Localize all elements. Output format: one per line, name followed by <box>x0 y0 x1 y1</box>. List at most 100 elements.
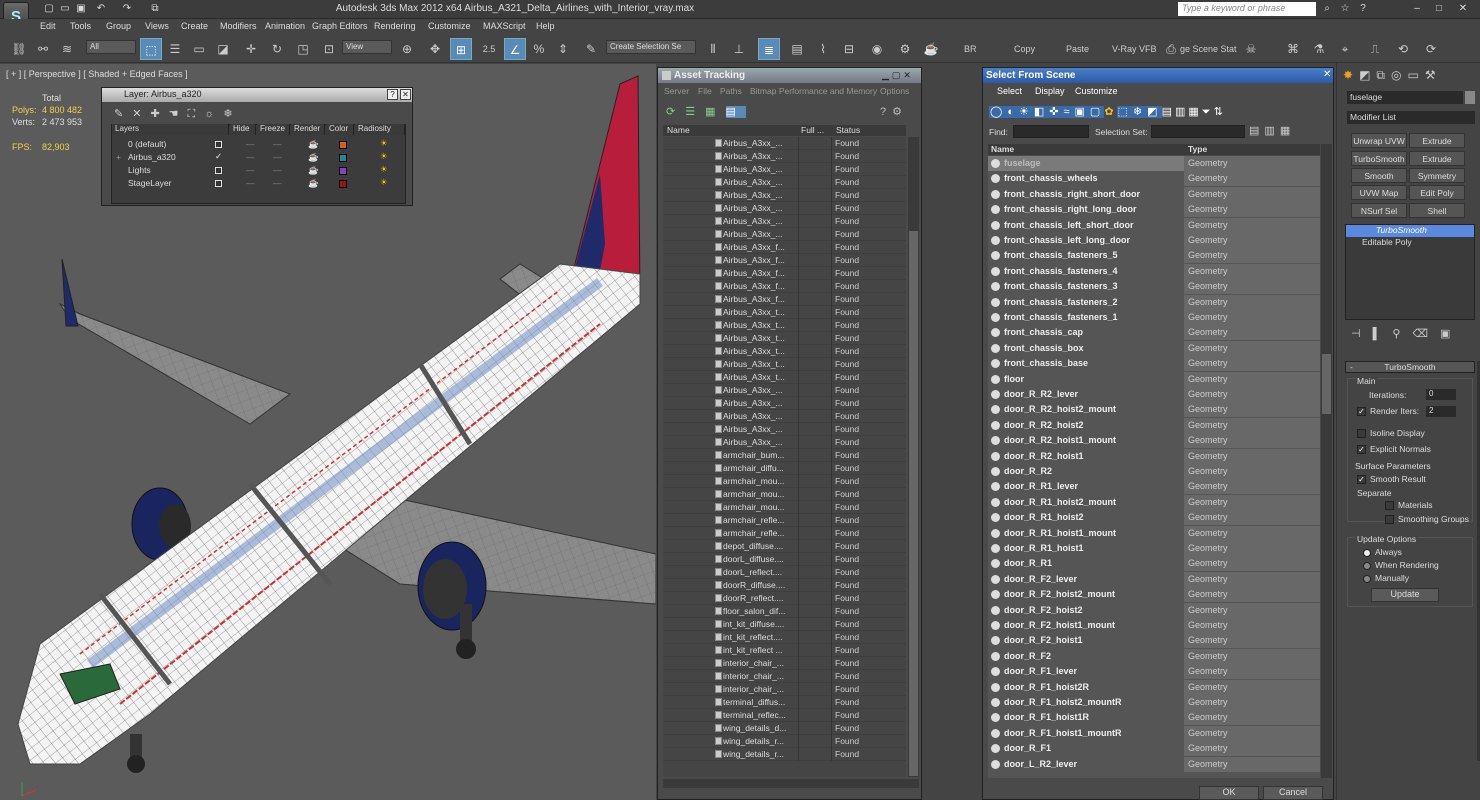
render-setup-icon[interactable]: ⚙ <box>894 38 916 60</box>
scene-object-row[interactable]: door_L_R2_lever Geometry <box>988 756 1320 772</box>
layer-col-freeze[interactable]: Freeze <box>257 124 290 135</box>
window-crossing-icon[interactable]: ◪ <box>212 38 234 60</box>
asset-scrollbar[interactable] <box>908 137 919 777</box>
viewport-label[interactable]: [ + ] [ Perspective ] [ Shaded + Edged F… <box>6 69 188 79</box>
sfs-filter-toolbar[interactable]: ◯ ◐ ☀ ◧ ✜ ≈ ▣ ▢✿⬚ ❄ ◩▤▥▦⏷⇅ <box>989 105 1226 119</box>
layer-current-checkbox[interactable] <box>215 167 222 174</box>
asset-col-status[interactable]: Status <box>836 125 860 135</box>
sfs-close-button[interactable]: ✕ <box>1323 69 1331 80</box>
scene-object-row[interactable]: door_R_R1_hoist2_mount Geometry <box>988 494 1320 510</box>
script-icon-5[interactable]: ⟲ <box>1392 38 1414 60</box>
explicit-normals-checkbox[interactable]: ✓ Explicit Normals <box>1357 444 1431 455</box>
script-icon-1[interactable]: ⌘ <box>1282 38 1304 60</box>
asset-row[interactable]: armchair_mou... Found <box>663 488 906 501</box>
command-tabs[interactable]: ✸◩⧉◎▭⚒ <box>1343 68 1442 83</box>
scene-object-row[interactable]: front_chassis_wheels Geometry <box>988 171 1320 187</box>
display-all-icon[interactable]: ▤ <box>1162 106 1175 118</box>
selection-set-tools[interactable]: ▤▥▦ <box>1249 124 1295 137</box>
smooth-result-checkbox[interactable]: ✓ Smooth Result <box>1357 474 1426 485</box>
select-scale-icon[interactable]: ◳ <box>292 38 314 60</box>
ok-button[interactable]: OK <box>1199 786 1259 800</box>
asset-settings-icon[interactable]: ⚙ <box>892 106 908 118</box>
layer-color-swatch[interactable] <box>339 154 347 162</box>
angle-snap-icon[interactable]: ∠ <box>504 38 526 60</box>
turbosmooth-button[interactable]: TurboSmooth <box>1351 151 1407 166</box>
menu-modifiers[interactable]: Modifiers <box>220 21 257 31</box>
scene-object-row[interactable]: floor Geometry <box>988 371 1320 387</box>
create-layer-icon[interactable]: ✎ <box>114 108 132 120</box>
sfs-scrollbar[interactable] <box>1321 144 1332 778</box>
asset-row[interactable]: Airbus_A3xx_... Found <box>663 163 906 176</box>
layer-toolbar[interactable]: ✎✕✚☚⛶☼❄ <box>114 107 242 121</box>
asset-row[interactable]: Airbus_A3xx_f... Found <box>663 280 906 293</box>
scene-object-row[interactable]: front_chassis_base Geometry <box>988 356 1320 372</box>
scene-object-row[interactable]: front_chassis_cap Geometry <box>988 325 1320 341</box>
select-manipulate-icon[interactable]: ✥ <box>424 38 446 60</box>
asset-row[interactable]: Airbus_A3xx_t... Found <box>663 358 906 371</box>
scene-object-row[interactable]: front_chassis_right_long_door Geometry <box>988 202 1320 218</box>
asset-help-icons[interactable]: ?⚙ <box>880 105 908 118</box>
layer-manager-icon[interactable]: ≣ <box>758 38 780 60</box>
asset-row[interactable]: Airbus_A3xx_t... Found <box>663 371 906 384</box>
sfs-scroll-thumb[interactable] <box>1322 354 1331 414</box>
layer-dialog-title[interactable]: Layer: Airbus_a320 <box>102 88 412 102</box>
display-frozen-icon[interactable]: ❄ <box>1131 106 1147 118</box>
remove-modifier-icon[interactable]: ⌫ <box>1412 328 1440 340</box>
help-icon[interactable]: ? <box>1356 2 1370 16</box>
curve-editor-icon[interactable]: ⌇ <box>812 38 834 60</box>
asset-row[interactable]: Airbus_A3xx_... Found <box>663 150 906 163</box>
add-to-layer-icon[interactable]: ✚ <box>150 108 168 120</box>
menu-maxscript[interactable]: MAXScript <box>483 21 526 31</box>
stack-item-editable-poly[interactable]: Editable Poly <box>1346 237 1474 249</box>
menu-help[interactable]: Help <box>536 21 555 31</box>
menu-customize[interactable]: Customize <box>428 21 471 31</box>
mirror-icon[interactable]: ⫴ <box>702 38 724 60</box>
layer-col-radiosity[interactable]: Radiosity <box>355 124 405 135</box>
asset-row[interactable]: interior_chair_... Found <box>663 683 906 696</box>
find-input[interactable] <box>1013 125 1089 138</box>
scene-object-row[interactable]: door_R_F2_hoist2 Geometry <box>988 602 1320 618</box>
manually-radio[interactable]: Manually <box>1363 573 1409 583</box>
layer-col-color[interactable]: Color <box>326 124 354 135</box>
skull-icon[interactable]: ☠ <box>1240 38 1262 60</box>
scene-object-row[interactable]: front_chassis_left_short_door Geometry <box>988 217 1320 233</box>
layer-row[interactable]: 0 (default) — — ☕ ☀ <box>112 138 406 152</box>
turbosmooth-rollout-title[interactable]: - TurboSmooth <box>1345 361 1475 373</box>
scene-object-row[interactable]: door_R_F1_lever Geometry <box>988 664 1320 680</box>
hide-toggle[interactable]: — <box>246 152 255 162</box>
scene-object-row[interactable]: door_R_R1_hoist1 Geometry <box>988 541 1320 556</box>
asset-row[interactable]: interior_chair_... Found <box>663 657 906 670</box>
asset-menu-bitmap[interactable]: Bitmap Performance and Memory <box>750 86 877 96</box>
pin-stack-icon[interactable]: ⊣ <box>1351 328 1373 340</box>
sort-icon[interactable]: ⇅ <box>1214 106 1226 118</box>
asset-list[interactable]: Airbus_A3xx_... Found Airbus_A3xx_... Found… <box>663 137 906 777</box>
scene-object-row[interactable]: door_R_R2_hoist2 Geometry <box>988 417 1320 433</box>
create-tab-icon[interactable]: ✸ <box>1343 68 1359 82</box>
scene-object-row[interactable]: door_R_F1_hoist1_mountR Geometry <box>988 725 1320 741</box>
scene-object-row[interactable]: front_chassis_box Geometry <box>988 340 1320 356</box>
asset-row[interactable]: doorR_diffuse.... Found <box>663 579 906 592</box>
menu-views[interactable]: Views <box>145 21 169 31</box>
display-groups-icon[interactable]: ▣ <box>1073 106 1089 118</box>
material-editor-icon[interactable]: ◉ <box>866 38 888 60</box>
configure-sets-icon[interactable]: ▣ <box>1440 328 1462 340</box>
asset-row[interactable]: terminal_diffus... Found <box>663 696 906 709</box>
object-color-swatch[interactable] <box>1465 91 1475 104</box>
scene-object-row[interactable]: door_R_F2 Geometry <box>988 648 1320 664</box>
unlink-icon[interactable]: ⚯ <box>32 38 54 60</box>
asset-row[interactable]: interior_chair_... Found <box>663 670 906 683</box>
asset-window-controls[interactable]: ▁▢✕ <box>882 70 914 81</box>
radiosity-icon[interactable]: ☀ <box>380 138 388 149</box>
asset-row[interactable]: Airbus_A3xx_... Found <box>663 176 906 189</box>
scene-object-row[interactable]: door_R_F1_hoist2_mountR Geometry <box>988 695 1320 710</box>
layer-current-check[interactable]: ✓ <box>215 151 222 162</box>
percent-snap-icon[interactable]: % <box>528 38 550 60</box>
extrude-button-2[interactable]: Extrude <box>1409 151 1465 166</box>
layer-color-swatch[interactable] <box>339 141 347 149</box>
layer-help-button[interactable]: ? <box>387 89 398 100</box>
display-none-icon[interactable]: ▥ <box>1175 106 1188 118</box>
uvw-map-button[interactable]: UVW Map <box>1351 185 1407 200</box>
make-unique-icon[interactable]: ⚲ <box>1392 328 1412 340</box>
sfs-menu-display[interactable]: Display <box>1035 86 1065 96</box>
radiosity-icon[interactable]: ☀ <box>380 164 388 175</box>
